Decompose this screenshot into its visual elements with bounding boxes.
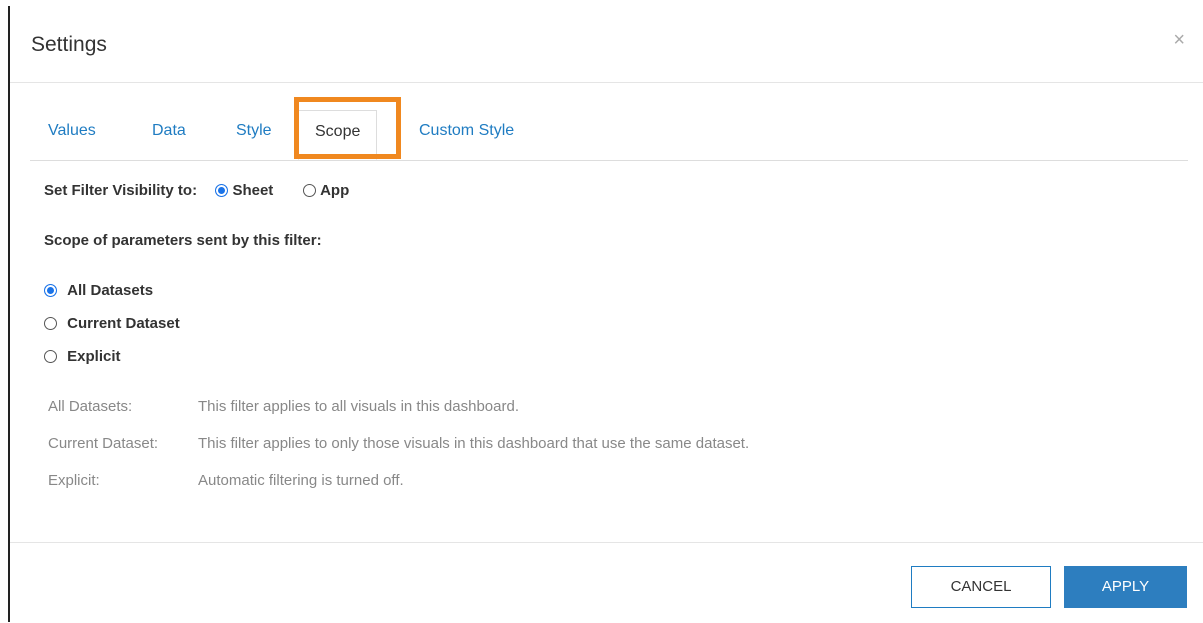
- radio-all-datasets[interactable]: All Datasets: [44, 282, 153, 299]
- tab-custom-style[interactable]: Custom Style: [419, 122, 514, 140]
- radio-unchecked-icon[interactable]: [303, 184, 317, 197]
- dialog-footer: CANCEL APPLY: [10, 542, 1203, 623]
- tab-scope[interactable]: Scope: [298, 110, 378, 160]
- radio-all-datasets-label[interactable]: All Datasets: [67, 282, 153, 299]
- apply-button[interactable]: APPLY: [1064, 566, 1187, 608]
- radio-app-label[interactable]: App: [320, 182, 349, 199]
- cancel-button[interactable]: CANCEL: [911, 566, 1051, 608]
- radio-explicit[interactable]: Explicit: [44, 348, 121, 365]
- tab-data[interactable]: Data: [152, 122, 186, 140]
- radio-checked-icon[interactable]: [44, 284, 57, 297]
- desc-term-explicit: Explicit:: [48, 472, 100, 489]
- radio-unchecked-icon[interactable]: [44, 350, 57, 363]
- desc-term-all-datasets: All Datasets:: [48, 398, 133, 415]
- visibility-label: Set Filter Visibility to:: [44, 182, 198, 199]
- desc-text-explicit: Automatic filtering is turned off.: [198, 472, 404, 489]
- radio-current-dataset-label[interactable]: Current Dataset: [67, 315, 180, 332]
- window-edge: [8, 6, 10, 622]
- scope-heading: Scope of parameters sent by this filter:: [44, 232, 322, 249]
- visibility-row: Set Filter Visibility to: Sheet App: [44, 182, 349, 199]
- radio-sheet-label[interactable]: Sheet: [232, 182, 273, 199]
- tab-bar: Values Data Style Scope Custom Style: [30, 110, 1188, 161]
- desc-text-all-datasets: This filter applies to all visuals in th…: [198, 398, 519, 415]
- radio-checked-icon[interactable]: [215, 184, 229, 197]
- radio-sheet[interactable]: Sheet: [215, 182, 277, 199]
- tab-style[interactable]: Style: [236, 122, 272, 140]
- desc-text-current-dataset: This filter applies to only those visual…: [198, 435, 750, 452]
- desc-term-current-dataset: Current Dataset:: [48, 435, 159, 452]
- tab-values[interactable]: Values: [48, 122, 96, 140]
- close-icon[interactable]: ×: [1173, 30, 1185, 50]
- dialog-title: Settings: [31, 33, 107, 56]
- radio-current-dataset[interactable]: Current Dataset: [44, 315, 180, 332]
- radio-unchecked-icon[interactable]: [44, 317, 57, 330]
- radio-explicit-label[interactable]: Explicit: [67, 348, 120, 365]
- dialog-header: Settings ×: [10, 0, 1203, 83]
- radio-app[interactable]: App: [303, 182, 349, 199]
